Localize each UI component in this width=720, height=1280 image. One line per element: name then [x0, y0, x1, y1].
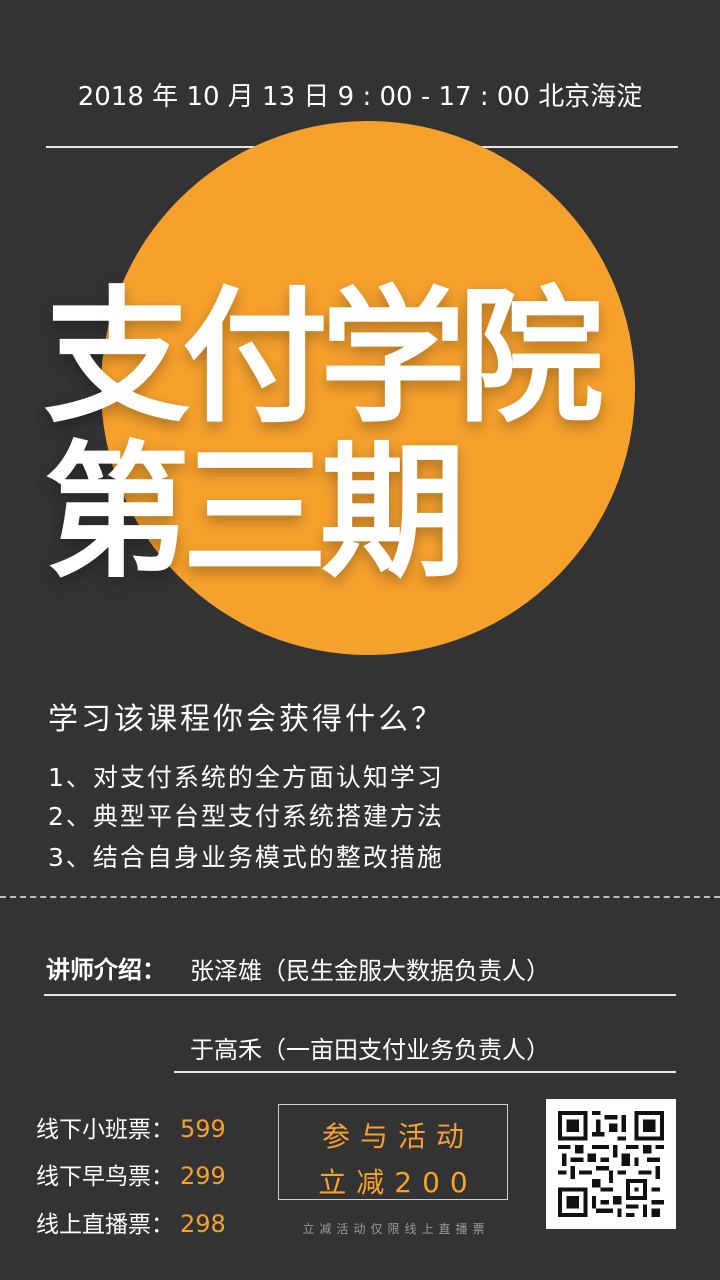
dashed-divider [0, 896, 720, 898]
lecturer-label: 讲师介绍： [46, 956, 166, 984]
lecturer-1: 张泽雄（民生金服大数据负责人） [190, 957, 550, 985]
title-line-1: 支付学院 [44, 273, 604, 443]
title-line-2: 第三期 [44, 428, 466, 598]
lecturer-2: 于高禾（一亩田支付业务负责人） [190, 1036, 550, 1064]
ticket-label: 线上直播票： [36, 1212, 174, 1238]
promo-line-2: 立减200 [318, 1166, 478, 1199]
lecturer-divider-1 [44, 994, 676, 996]
benefit-item-3: 3、结合自身业务模式的整改措施 [48, 843, 444, 872]
ticket-price: 299 [180, 1162, 226, 1190]
ticket-price: 599 [180, 1115, 226, 1143]
qr-code-container[interactable] [546, 1099, 676, 1229]
ticket-small-class: 线下小班票： 599 [36, 1110, 226, 1144]
ticket-early-bird: 线下早鸟票： 299 [36, 1157, 226, 1191]
benefit-item-1: 1、对支付系统的全方面认知学习 [48, 763, 444, 792]
benefits-question: 学习该课程你会获得什么？ [48, 702, 444, 737]
promo-line-1: 参与活动 [321, 1120, 474, 1153]
promo-box: 参与活动 立减200 [278, 1104, 508, 1200]
benefit-item-2: 2、典型平台型支付系统搭建方法 [48, 802, 444, 831]
promo-note: 立减活动仅限线上直播票 [302, 1222, 490, 1236]
ticket-label: 线下小班票： [36, 1117, 174, 1143]
ticket-price: 298 [180, 1210, 226, 1238]
lecturer-divider-2 [174, 1071, 676, 1073]
qr-code-icon [558, 1111, 664, 1217]
ticket-livestream: 线上直播票： 298 [36, 1205, 226, 1239]
event-datetime-location: 2018 年 10 月 13 日 9 : 00 - 17 : 00 北京海淀 [77, 82, 643, 112]
ticket-label: 线下早鸟票： [36, 1164, 174, 1190]
